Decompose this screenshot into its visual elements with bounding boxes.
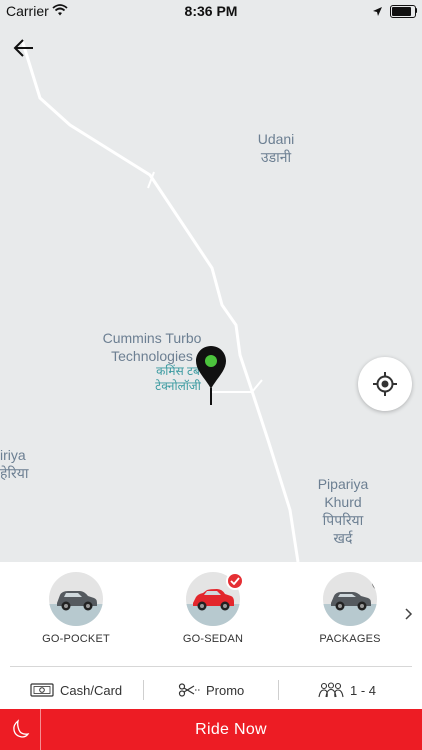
battery-icon (390, 5, 416, 18)
promo-label: Promo (206, 682, 245, 698)
divider (10, 666, 412, 667)
cab-option-go-pocket[interactable]: GO-POCKET (21, 572, 131, 645)
car-icon (331, 592, 371, 611)
ride-now-button[interactable]: Ride Now (40, 709, 422, 750)
promo-option[interactable]: Promo (178, 674, 244, 706)
clock-icon (372, 576, 377, 590)
car-icon (193, 589, 234, 611)
status-bar: Carrier 8:36 PM (0, 0, 422, 22)
crosshair-icon (373, 372, 397, 396)
map-label-cummins: Cummins Turbo Technologies (102, 330, 202, 364)
booking-panel: GO-POCKET GO-SEDAN PACKAGES Cash/Card Pr… (0, 562, 422, 750)
ride-options-bar: Cash/Card Promo 1 - 4 (0, 674, 422, 706)
battery-tip (415, 8, 417, 13)
car-avatar (323, 572, 377, 626)
divider (278, 680, 279, 700)
pickup-pin-icon[interactable] (194, 344, 228, 411)
cash-icon (30, 683, 54, 697)
seats-option[interactable]: 1 - 4 (318, 674, 376, 706)
ride-later-button[interactable] (0, 709, 41, 750)
car-icon (57, 591, 97, 611)
back-button[interactable] (12, 36, 40, 60)
divider (143, 680, 144, 700)
ride-bar: Ride Now (0, 709, 422, 750)
payment-option[interactable]: Cash/Card (30, 674, 122, 706)
clock-time: 8:36 PM (184, 3, 238, 19)
map-label-udani: Udani उडानी (257, 131, 295, 165)
my-location-button[interactable] (358, 357, 412, 411)
arrow-left-icon (13, 39, 33, 57)
payment-label: Cash/Card (60, 682, 123, 698)
seats-label: 1 - 4 (350, 682, 377, 698)
selected-check-icon (226, 572, 244, 590)
cab-option-packages[interactable]: PACKAGES (295, 572, 405, 645)
map-label-left-edge: iriya हेरिया (0, 447, 29, 481)
map-label-pipariya: Pipariya Khurd पिपरिया खर्द (317, 476, 369, 546)
moon-icon (13, 719, 30, 738)
car-avatar (49, 572, 103, 626)
cab-option-go-sedan[interactable]: GO-SEDAN (158, 572, 268, 645)
cab-label: GO-POCKET (42, 633, 110, 645)
people-icon (318, 682, 344, 698)
cab-label: GO-SEDAN (182, 633, 244, 645)
chevron-right-icon[interactable] (404, 607, 414, 626)
scissors-icon (178, 683, 200, 697)
map-view[interactable]: Udani उडानी Cummins Turbo Technologies क… (0, 0, 422, 562)
location-arrow-icon (372, 4, 383, 20)
cab-label: PACKAGES (319, 633, 381, 645)
